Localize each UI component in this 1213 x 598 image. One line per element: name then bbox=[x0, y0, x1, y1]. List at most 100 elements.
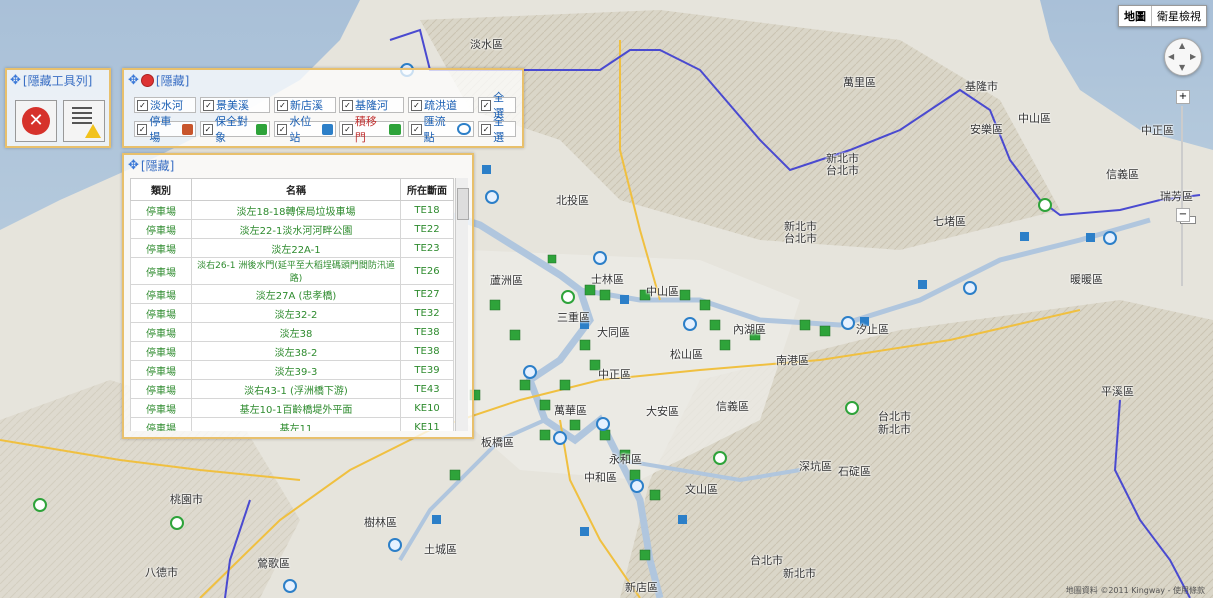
checkbox-icon: ✓ bbox=[137, 99, 148, 111]
map-label: 萬里區 bbox=[843, 76, 876, 89]
map-label: 萬華區 bbox=[554, 404, 587, 417]
table-row[interactable]: 停車場 淡左18-18轉保局垃圾車場 TE18 bbox=[130, 200, 454, 220]
table-row[interactable]: 停車場 淡左32-2 TE32 bbox=[130, 303, 454, 323]
map-label: 瑞芳區 bbox=[1160, 190, 1193, 203]
pan-control[interactable]: ▲ ▼ ◀ ▶ bbox=[1164, 38, 1202, 76]
layer-checkbox[interactable]: ✓ 疏洪道 bbox=[408, 97, 474, 113]
map-label: 新北市 bbox=[878, 423, 911, 436]
layer-checkbox[interactable]: ✓ 保全對象 bbox=[200, 115, 270, 144]
checkbox-icon: ✓ bbox=[342, 123, 353, 135]
zoom-in-button[interactable]: + bbox=[1176, 90, 1190, 104]
table-row[interactable]: 停車場 淡左38 TE38 bbox=[130, 322, 454, 342]
checkbox-icon: ✓ bbox=[342, 99, 353, 111]
toolbar-panel-header: ✥ [隱藏工具列] bbox=[7, 70, 109, 90]
pan-up-icon[interactable]: ▲ bbox=[1179, 41, 1185, 50]
map-label: 文山區 bbox=[685, 483, 718, 496]
pan-down-icon[interactable]: ▼ bbox=[1179, 63, 1185, 72]
pan-right-icon[interactable]: ▶ bbox=[1190, 52, 1196, 61]
pan-left-icon[interactable]: ◀ bbox=[1168, 52, 1174, 61]
warning-list-button[interactable] bbox=[63, 100, 105, 142]
select-all-checkbox[interactable]: ✓ 全選 bbox=[478, 115, 516, 144]
select-all-checkbox[interactable]: ✓ 全選 bbox=[478, 91, 516, 120]
list-icon bbox=[72, 107, 92, 109]
column-header[interactable]: 所在斷面 bbox=[400, 178, 454, 201]
map-type-satellite[interactable]: 衛星檢視 bbox=[1152, 6, 1206, 26]
map-label: 汐止區 bbox=[856, 323, 889, 336]
map-label: 安樂區 bbox=[970, 123, 1003, 136]
checkbox-icon: ✓ bbox=[203, 99, 214, 111]
map-label: 樹林區 bbox=[364, 516, 397, 529]
map-label: 台北市 bbox=[784, 232, 817, 245]
map-type-map[interactable]: 地圖 bbox=[1119, 6, 1152, 26]
map-label: 大同區 bbox=[597, 326, 630, 339]
layer-checkbox[interactable]: ✓ 淡水河 bbox=[134, 97, 196, 113]
table-scrollbar[interactable] bbox=[455, 178, 469, 431]
layer-checkbox[interactable]: ✓ 水位站 bbox=[274, 115, 336, 144]
move-icon[interactable]: ✥ bbox=[10, 73, 21, 88]
map-label: 信義區 bbox=[1106, 168, 1139, 181]
list-panel-header: ✥ [隱藏] bbox=[124, 155, 472, 175]
map-label: 內湖區 bbox=[733, 323, 766, 336]
map-type-control: 地圖 衛星檢視 bbox=[1118, 5, 1207, 27]
gate-icon bbox=[389, 123, 401, 135]
zoom-out-button[interactable]: − bbox=[1176, 208, 1190, 222]
map-label: 桃園市 bbox=[170, 493, 203, 506]
map-label: 台北市 bbox=[826, 164, 859, 177]
checkbox-icon: ✓ bbox=[137, 123, 148, 135]
map-label: 鶯歌區 bbox=[257, 557, 290, 570]
layer-checkbox[interactable]: ✓ 基隆河 bbox=[339, 97, 404, 113]
map-label: 蘆洲區 bbox=[490, 274, 523, 287]
hide-list-link[interactable]: [隱藏] bbox=[141, 157, 174, 174]
map-label: 永和區 bbox=[609, 453, 642, 466]
map-label: 土城區 bbox=[424, 543, 457, 556]
layer-checkbox[interactable]: ✓ 匯流點 bbox=[408, 115, 474, 144]
hide-toolbar-link[interactable]: [隱藏工具列] bbox=[23, 72, 92, 89]
map-attribution[interactable]: 地圖資料 ©2011 Kingway - 使用條款 bbox=[1066, 585, 1205, 596]
map-label: 南港區 bbox=[776, 354, 809, 367]
map-label: 板橋區 bbox=[481, 436, 514, 449]
map-label: 基隆市 bbox=[965, 80, 998, 93]
clear-button[interactable]: ✕ bbox=[15, 100, 57, 142]
map-label: 中正區 bbox=[598, 368, 631, 381]
map-label: 新店區 bbox=[625, 581, 658, 594]
hide-layer-link[interactable]: [隱藏] bbox=[156, 72, 189, 89]
column-header[interactable]: 類別 bbox=[130, 178, 192, 201]
move-icon[interactable]: ✥ bbox=[128, 158, 139, 173]
table-row[interactable]: 停車場 淡左39-3 TE39 bbox=[130, 360, 454, 380]
table-row[interactable]: 停車場 淡左38-2 TE38 bbox=[130, 341, 454, 361]
map-label: 深坑區 bbox=[799, 460, 832, 473]
column-header[interactable]: 名稱 bbox=[191, 178, 401, 201]
map-label: 中山區 bbox=[1018, 112, 1051, 125]
map-label: 北投區 bbox=[556, 194, 589, 207]
table-row[interactable]: 停車場 淡左27A (忠孝橋) TE27 bbox=[130, 284, 454, 304]
table-row[interactable]: 停車場 基左11 KE11 bbox=[130, 417, 454, 431]
layer-checkbox[interactable]: ✓ 積移門 bbox=[339, 115, 404, 144]
checkbox-icon: ✓ bbox=[277, 99, 288, 111]
map-label: 大安區 bbox=[646, 405, 679, 418]
map-label: 中正區 bbox=[1141, 124, 1174, 137]
move-icon[interactable]: ✥ bbox=[128, 73, 139, 88]
map-label: 石碇區 bbox=[838, 465, 871, 478]
map-label: 松山區 bbox=[670, 348, 703, 361]
close-icon: ✕ bbox=[22, 107, 50, 135]
table-row[interactable]: 停車場 基左10-1百齡橋堤外平面 KE10 bbox=[130, 398, 454, 418]
layer-panel: ✥ [隱藏] ✓ 淡水河 ✓ 景美溪 ✓ 新店溪 ✓ 基隆河 ✓ 疏洪道 ✓ 全選 ✓ 停車場… bbox=[122, 68, 524, 148]
confluence-icon bbox=[457, 123, 471, 135]
layer-checkbox[interactable]: ✓ 景美溪 bbox=[200, 97, 270, 113]
facility-table-container: 類別 名稱 所在斷面 停車場 淡左18-18轉保局垃圾車場 TE18 停車場 淡左22… bbox=[130, 178, 454, 431]
checkbox-icon: ✓ bbox=[481, 123, 492, 135]
checkbox-icon: ✓ bbox=[481, 99, 492, 111]
table-row[interactable]: 停車場 淡左22-1淡水河河畔公園 TE22 bbox=[130, 219, 454, 239]
checkbox-icon: ✓ bbox=[203, 123, 214, 135]
parking-icon bbox=[181, 123, 193, 135]
layer-checkbox[interactable]: ✓ 新店溪 bbox=[274, 97, 336, 113]
checkbox-icon: ✓ bbox=[277, 123, 288, 135]
layer-checkbox[interactable]: ✓ 停車場 bbox=[134, 115, 196, 144]
map-label: 淡水區 bbox=[470, 38, 503, 51]
table-row[interactable]: 停車場 淡右43-1 (浮洲橋下游) TE43 bbox=[130, 379, 454, 399]
zoom-track[interactable] bbox=[1180, 106, 1196, 286]
table-row[interactable]: 停車場 淡右26-1 洲後水門(延平至大稻埕碼頭門間防汛道路) TE26 bbox=[130, 257, 454, 285]
checkbox-icon: ✓ bbox=[411, 123, 422, 135]
table-row[interactable]: 停車場 淡左22A-1 TE23 bbox=[130, 238, 454, 258]
scrollbar-thumb[interactable] bbox=[457, 188, 469, 220]
